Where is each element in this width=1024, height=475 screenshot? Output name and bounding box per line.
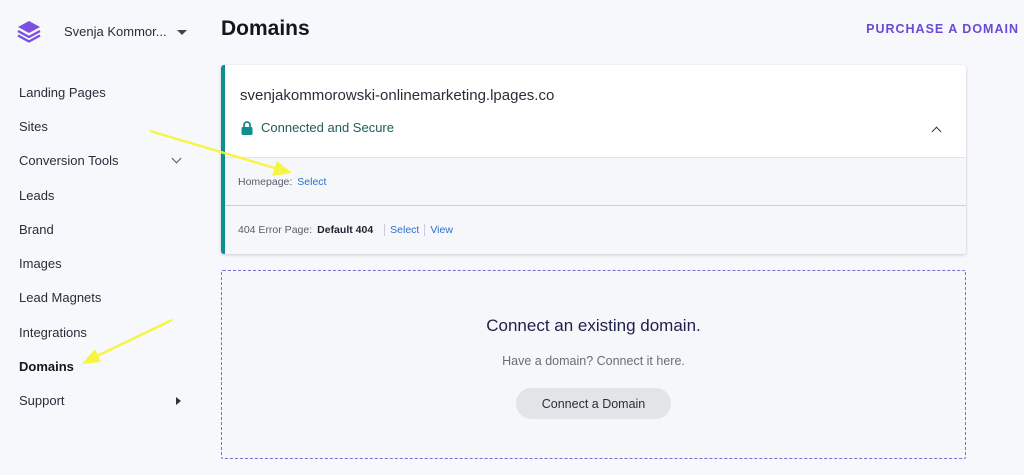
- homepage-select-link[interactable]: Select: [297, 176, 326, 188]
- domain-url: svenjakommorowski-onlinemarketing.lpages…: [240, 87, 555, 104]
- sidebar-item-images[interactable]: Images: [0, 246, 200, 280]
- error-page-label: 404 Error Page:: [238, 224, 313, 236]
- sidebar-item-label: Integrations: [19, 324, 87, 340]
- divider: [384, 224, 386, 236]
- sidebar-item-brand[interactable]: Brand: [0, 212, 200, 246]
- sidebar-item-label: Domains: [19, 359, 74, 375]
- error-page-view-link[interactable]: View: [430, 224, 453, 236]
- sidebar-item-conversion-tools[interactable]: Conversion Tools: [0, 144, 200, 178]
- domain-status: Connected and Secure: [241, 120, 394, 135]
- account-name: Svenja Kommor...: [64, 23, 167, 39]
- layers-icon: [17, 21, 41, 43]
- page-title: Domains: [221, 17, 310, 40]
- sidebar-item-landing-pages[interactable]: Landing Pages: [0, 75, 200, 109]
- sidebar-item-label: Landing Pages: [19, 84, 106, 100]
- divider: [424, 224, 426, 236]
- sidebar-item-support[interactable]: Support: [0, 384, 200, 418]
- account-switcher[interactable]: Svenja Kommor...: [16, 18, 187, 44]
- sidebar-item-leads[interactable]: Leads: [0, 178, 200, 212]
- sidebar-item-integrations[interactable]: Integrations: [0, 315, 200, 349]
- status-text: Connected and Secure: [261, 120, 394, 135]
- sidebar-item-label: Leads: [19, 187, 55, 203]
- sidebar-item-lead-magnets[interactable]: Lead Magnets: [0, 281, 200, 315]
- lock-icon: [241, 120, 253, 135]
- connect-subtitle: Have a domain? Connect it here.: [502, 354, 685, 368]
- caret-right-icon: [176, 396, 181, 405]
- collapse-button[interactable]: [930, 123, 944, 137]
- homepage-label: Homepage:: [238, 175, 293, 188]
- connect-title: Connect an existing domain.: [486, 316, 701, 335]
- caret-down-icon: [176, 29, 187, 35]
- domain-card-header: svenjakommorowski-onlinemarketing.lpages…: [225, 65, 966, 157]
- sidebar-item-domains[interactable]: Domains: [0, 349, 200, 383]
- sidebar: Svenja Kommor... Landing Pages Sites Con…: [0, 0, 200, 475]
- chevron-up-icon: [931, 126, 942, 137]
- sidebar-item-sites[interactable]: Sites: [0, 109, 200, 143]
- chevron-down-icon: [171, 153, 182, 164]
- connect-domain-button[interactable]: Connect a Domain: [516, 388, 671, 419]
- error-page-value: Default 404: [317, 224, 374, 236]
- sidebar-item-label: Lead Magnets: [19, 290, 102, 306]
- error-page-row: 404 Error Page: Default 404 Select View: [225, 205, 966, 254]
- sidebar-item-label: Support: [19, 393, 65, 409]
- purchase-domain-link[interactable]: PURCHASE A DOMAIN: [866, 22, 1019, 36]
- error-page-select-link[interactable]: Select: [390, 224, 419, 236]
- connect-domain-panel: Connect an existing domain. Have a domai…: [221, 270, 966, 459]
- sidebar-item-label: Conversion Tools: [19, 153, 119, 169]
- domain-card: svenjakommorowski-onlinemarketing.lpages…: [221, 65, 966, 254]
- homepage-row: Homepage: Select: [225, 157, 966, 205]
- sidebar-item-label: Images: [19, 256, 62, 272]
- sidebar-item-label: Sites: [19, 118, 48, 134]
- sidebar-item-label: Brand: [19, 221, 54, 237]
- sidebar-nav: Landing Pages Sites Conversion Tools Lea…: [0, 75, 200, 418]
